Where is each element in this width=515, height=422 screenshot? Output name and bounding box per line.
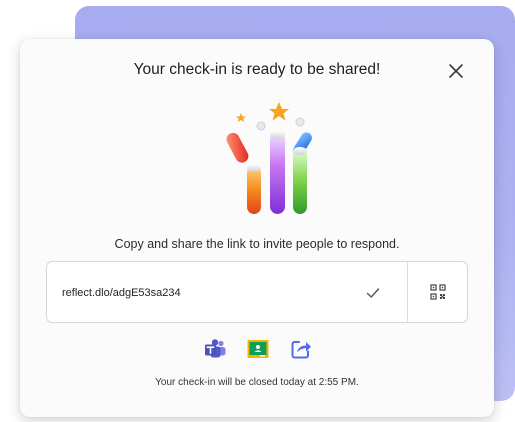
share-link-field[interactable]: reflect.dlo/adgE53sa234 xyxy=(46,261,468,323)
checkmark-icon xyxy=(366,288,380,298)
celebration-bars-icon xyxy=(226,102,312,214)
qr-code-button[interactable] xyxy=(408,262,468,322)
share-checkin-dialog: Your check-in is ready to be shared! Cop… xyxy=(20,39,494,417)
share-instruction: Copy and share the link to invite people… xyxy=(114,237,400,251)
dialog-title: Your check-in is ready to be shared! xyxy=(133,61,381,78)
close-button[interactable] xyxy=(444,59,468,83)
share-google-classroom-button[interactable] xyxy=(246,337,270,361)
share-icon xyxy=(291,341,311,359)
share-teams-button[interactable] xyxy=(203,337,227,361)
closing-note: Your check-in will be closed today at 2:… xyxy=(155,377,359,388)
share-link-text[interactable]: reflect.dlo/adgE53sa234 xyxy=(62,287,181,299)
share-targets xyxy=(203,337,313,363)
close-icon xyxy=(449,64,463,78)
qr-code-icon xyxy=(430,284,446,300)
share-more-button[interactable] xyxy=(289,337,313,361)
google-classroom-icon xyxy=(247,340,269,358)
teams-icon xyxy=(205,339,226,358)
